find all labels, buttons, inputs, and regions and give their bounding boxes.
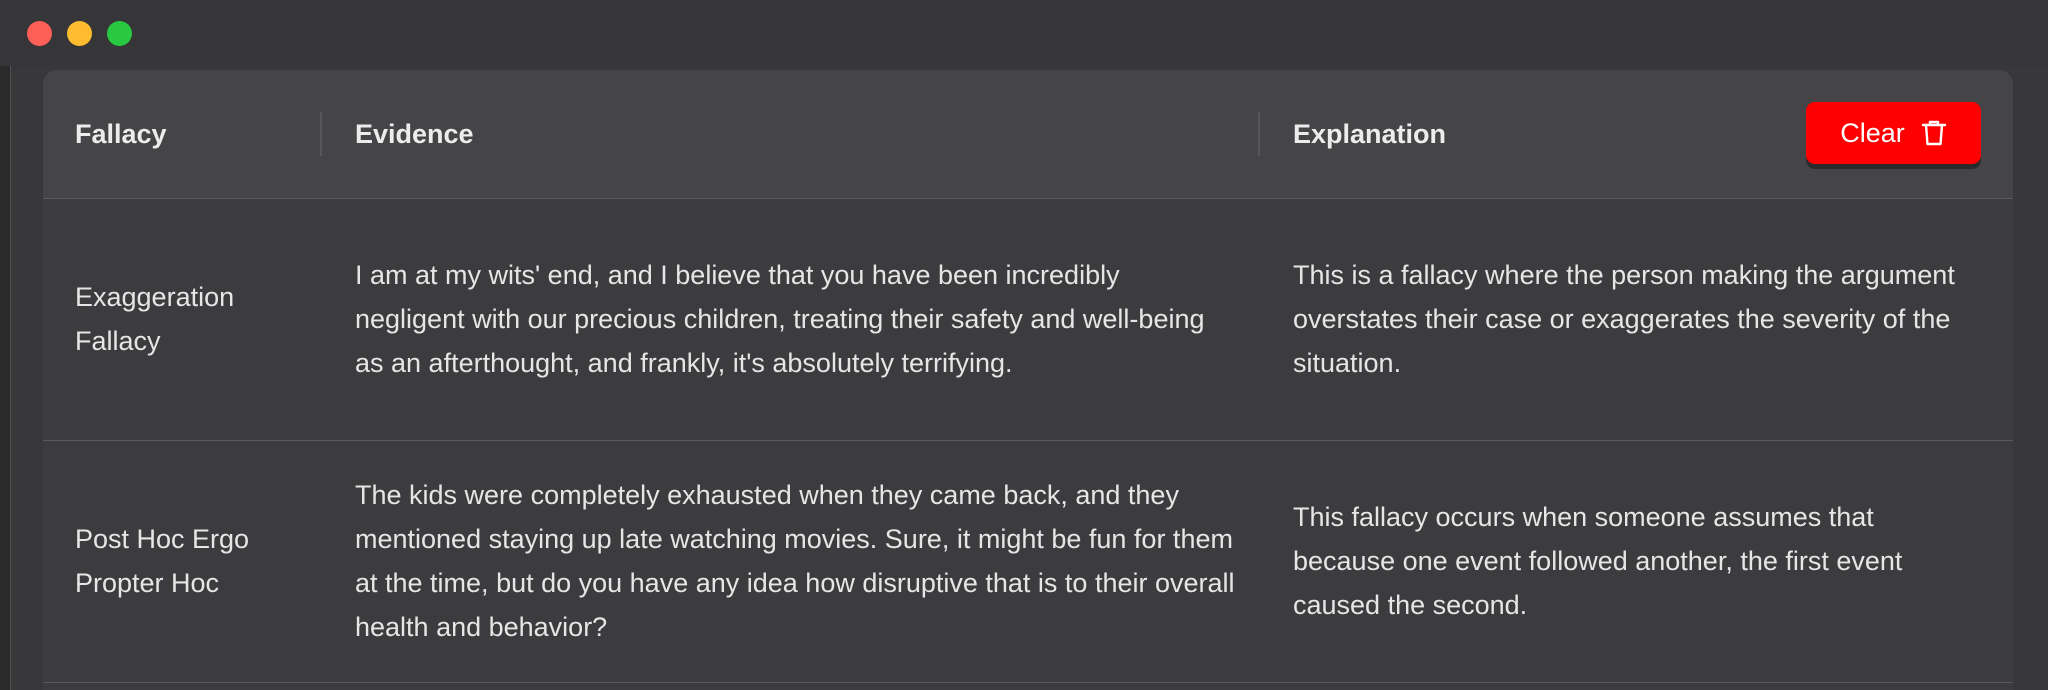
- app-window: Fallacy Evidence Explanation Clear Exagg…: [0, 0, 2048, 690]
- table-row: Exaggeration Fallacy I am at my wits' en…: [43, 199, 2013, 441]
- trash-icon: [1921, 120, 1946, 146]
- header-evidence: Evidence: [355, 118, 474, 149]
- fallacy-table: Fallacy Evidence Explanation Clear Exagg…: [43, 70, 2013, 690]
- maximize-window-button[interactable]: [107, 21, 132, 46]
- table-row: Post Hoc Ergo Propter Hoc The kids were …: [43, 441, 2013, 683]
- close-window-button[interactable]: [27, 21, 52, 46]
- clear-button[interactable]: Clear: [1806, 102, 1981, 164]
- explanation-cell: This fallacy occurs when someone assumes…: [1293, 502, 1903, 620]
- fallacy-cell: Exaggeration Fallacy: [75, 282, 235, 356]
- header-fallacy: Fallacy: [75, 118, 167, 149]
- column-divider: [320, 112, 322, 156]
- column-divider: [1258, 112, 1260, 156]
- title-bar: [0, 0, 2048, 66]
- left-edge-divider: [0, 66, 11, 690]
- table-header: Fallacy Evidence Explanation Clear: [43, 70, 2013, 199]
- fallacy-cell: Post Hoc Ergo Propter Hoc: [75, 524, 250, 598]
- explanation-cell: This is a fallacy where the person makin…: [1293, 260, 1955, 378]
- header-explanation: Explanation: [1293, 118, 1447, 149]
- evidence-cell: I am at my wits' end, and I believe that…: [355, 260, 1205, 378]
- minimize-window-button[interactable]: [67, 21, 92, 46]
- clear-button-label: Clear: [1840, 117, 1905, 148]
- evidence-cell: The kids were completely exhausted when …: [355, 480, 1235, 642]
